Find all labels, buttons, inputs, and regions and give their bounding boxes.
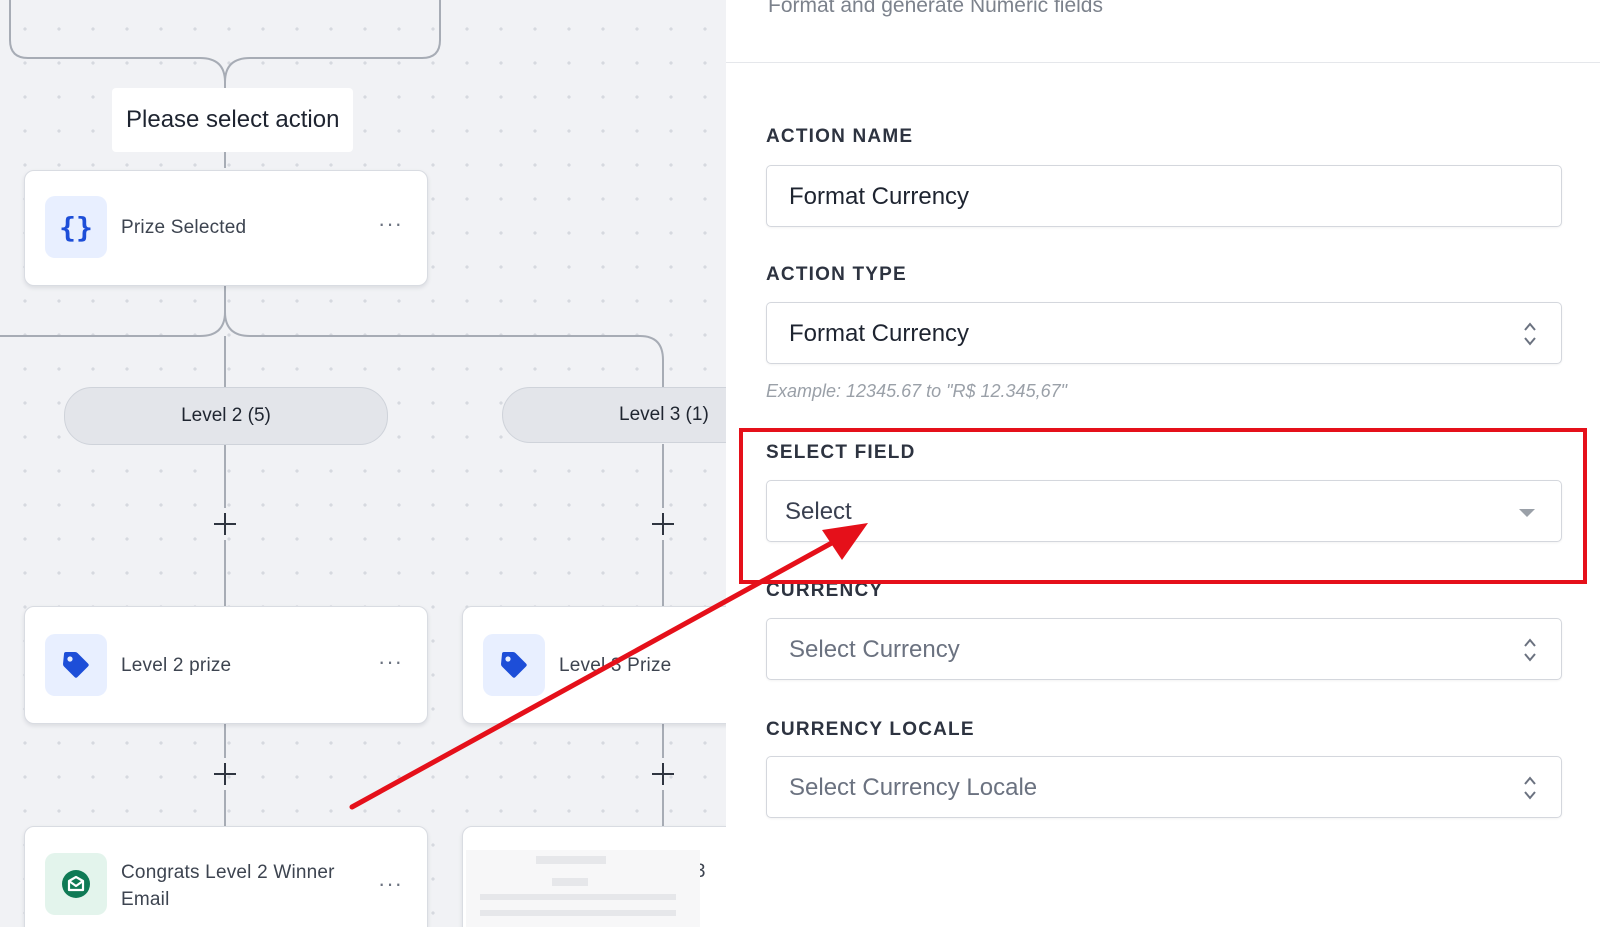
branch-label: Level 3 (1): [619, 404, 709, 425]
panel-divider: [726, 62, 1600, 63]
select-field-dropdown[interactable]: Select: [766, 480, 1562, 542]
envelope-icon: [45, 853, 107, 915]
action-type-label: ACTION TYPE: [766, 264, 907, 285]
updown-chevron-icon: [1524, 776, 1536, 800]
curly-braces-icon: {}: [45, 196, 107, 258]
updown-chevron-icon: [1524, 322, 1536, 346]
action-name-input[interactable]: Format Currency: [766, 165, 1562, 227]
action-type-value: Format Currency: [789, 320, 970, 347]
add-step-plus-icon[interactable]: [652, 763, 674, 785]
select-field-label: SELECT FIELD: [766, 442, 916, 463]
panel-subtitle: Format and generate Numeric fields: [768, 0, 1103, 17]
add-step-plus-icon[interactable]: [214, 513, 236, 535]
action-type-select[interactable]: Format Currency: [766, 302, 1562, 364]
node-prize-selected[interactable]: {} Prize Selected ···: [24, 170, 428, 286]
node-label: Level 3 Prize: [559, 655, 672, 676]
node-level-2-prize[interactable]: Level 2 prize ···: [24, 606, 428, 724]
currency-placeholder: Select Currency: [789, 636, 960, 663]
branch-level-3[interactable]: Level 3 (1): [502, 387, 726, 443]
currency-locale-placeholder: Select Currency Locale: [789, 774, 1038, 801]
more-options-icon[interactable]: ···: [378, 649, 403, 675]
select-action-placeholder[interactable]: Please select action: [112, 88, 354, 152]
add-step-plus-icon[interactable]: [214, 763, 236, 785]
currency-label: CURRENCY: [766, 580, 884, 601]
add-step-plus-icon[interactable]: [652, 513, 674, 535]
node-label: Congrats Level 2 Winner Email: [121, 862, 335, 910]
action-type-hint: Example: 12345.67 to "R$ 12.345,67": [766, 381, 1067, 401]
currency-locale-select[interactable]: Select Currency Locale: [766, 756, 1562, 818]
node-label: Prize Selected: [121, 217, 247, 238]
connector-lines: [0, 0, 664, 826]
workflow-canvas[interactable]: Please select action {} Prize Selected ·…: [0, 0, 726, 927]
currency-select[interactable]: Select Currency: [766, 618, 1562, 680]
branch-level-2[interactable]: Level 2 (5): [64, 387, 388, 445]
node-level-3-prize[interactable]: Level 3 Prize: [462, 606, 726, 724]
tag-icon: [483, 634, 545, 696]
branch-label: Level 2 (5): [181, 405, 271, 426]
overlay-thumbnail: [466, 850, 700, 927]
updown-chevron-icon: [1524, 638, 1536, 662]
more-options-icon[interactable]: ···: [378, 211, 403, 237]
action-name-value: Format Currency: [789, 183, 970, 210]
tag-icon: [45, 634, 107, 696]
select-field-placeholder: Select: [785, 498, 852, 525]
currency-locale-label: CURRENCY LOCALE: [766, 719, 975, 740]
node-congrats-email[interactable]: Congrats Level 2 Winner Email ···: [24, 826, 428, 927]
node-label: Level 2 prize: [121, 655, 232, 676]
action-settings-panel: Format and generate Numeric fields ACTIO…: [726, 0, 1600, 927]
more-options-icon[interactable]: ···: [378, 871, 403, 897]
action-name-label: ACTION NAME: [766, 126, 914, 147]
caret-down-icon: [1519, 509, 1535, 517]
